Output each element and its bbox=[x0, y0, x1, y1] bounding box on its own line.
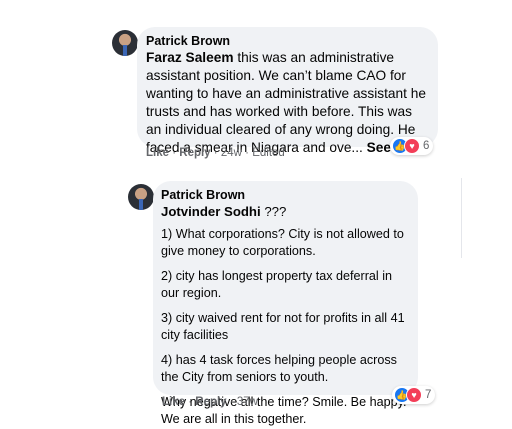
reactions-summary[interactable]: 👍 ♥ 6 bbox=[390, 137, 434, 155]
reaction-count: 7 bbox=[425, 389, 432, 401]
separator: · bbox=[229, 396, 234, 408]
comment-bubble: Patrick Brown Jotvinder Sodhi ??? 1) Wha… bbox=[153, 181, 418, 426]
comment-bubble: Patrick Brown Faraz Saleem this was an a… bbox=[137, 27, 438, 155]
comment-author[interactable]: Patrick Brown bbox=[146, 33, 428, 49]
separator: · bbox=[188, 396, 193, 408]
like-button[interactable]: Like bbox=[162, 396, 185, 408]
divider bbox=[461, 178, 462, 258]
reactions-summary[interactable]: 👍 ♥ 7 bbox=[392, 386, 436, 404]
avatar[interactable] bbox=[128, 184, 154, 210]
reaction-count: 6 bbox=[423, 140, 430, 152]
love-icon: ♥ bbox=[406, 387, 422, 403]
comment-actions: Like · Reply · 37w bbox=[162, 396, 258, 408]
comment-paragraph: 2) city has longest property tax deferra… bbox=[161, 269, 392, 300]
reply-button[interactable]: Reply bbox=[195, 396, 226, 408]
separator: · bbox=[245, 147, 249, 159]
comment-author[interactable]: Patrick Brown bbox=[161, 187, 410, 203]
mention-link[interactable]: Jotvinder Sodhi bbox=[161, 204, 261, 219]
reply-button[interactable]: Reply bbox=[179, 147, 210, 159]
comment-paragraph: 4) has 4 task forces helping people acro… bbox=[161, 353, 397, 384]
comment-paragraph: 3) city waived rent for not for profits … bbox=[161, 311, 405, 342]
comment-body: ??? bbox=[264, 204, 287, 219]
separator: · bbox=[172, 147, 177, 159]
edited-label: Edited bbox=[252, 147, 285, 159]
comment-text: Faraz Saleem this was an administrative … bbox=[146, 49, 428, 157]
comment-paragraph: 1) What corporations? City is not allowe… bbox=[161, 227, 404, 258]
avatar-tie-shape bbox=[123, 45, 127, 56]
timestamp-link[interactable]: 37w bbox=[237, 396, 258, 408]
comment-actions: Like · Reply · 24w · Edited bbox=[146, 147, 285, 159]
like-button[interactable]: Like bbox=[146, 147, 169, 159]
avatar-tie-shape bbox=[139, 199, 143, 210]
timestamp-link[interactable]: 24w bbox=[221, 147, 242, 159]
avatar[interactable] bbox=[112, 30, 138, 56]
separator: · bbox=[213, 147, 218, 159]
comment-mention-line: Jotvinder Sodhi ??? bbox=[161, 203, 410, 220]
mention-link[interactable]: Faraz Saleem bbox=[146, 50, 234, 65]
love-icon: ♥ bbox=[404, 138, 420, 154]
